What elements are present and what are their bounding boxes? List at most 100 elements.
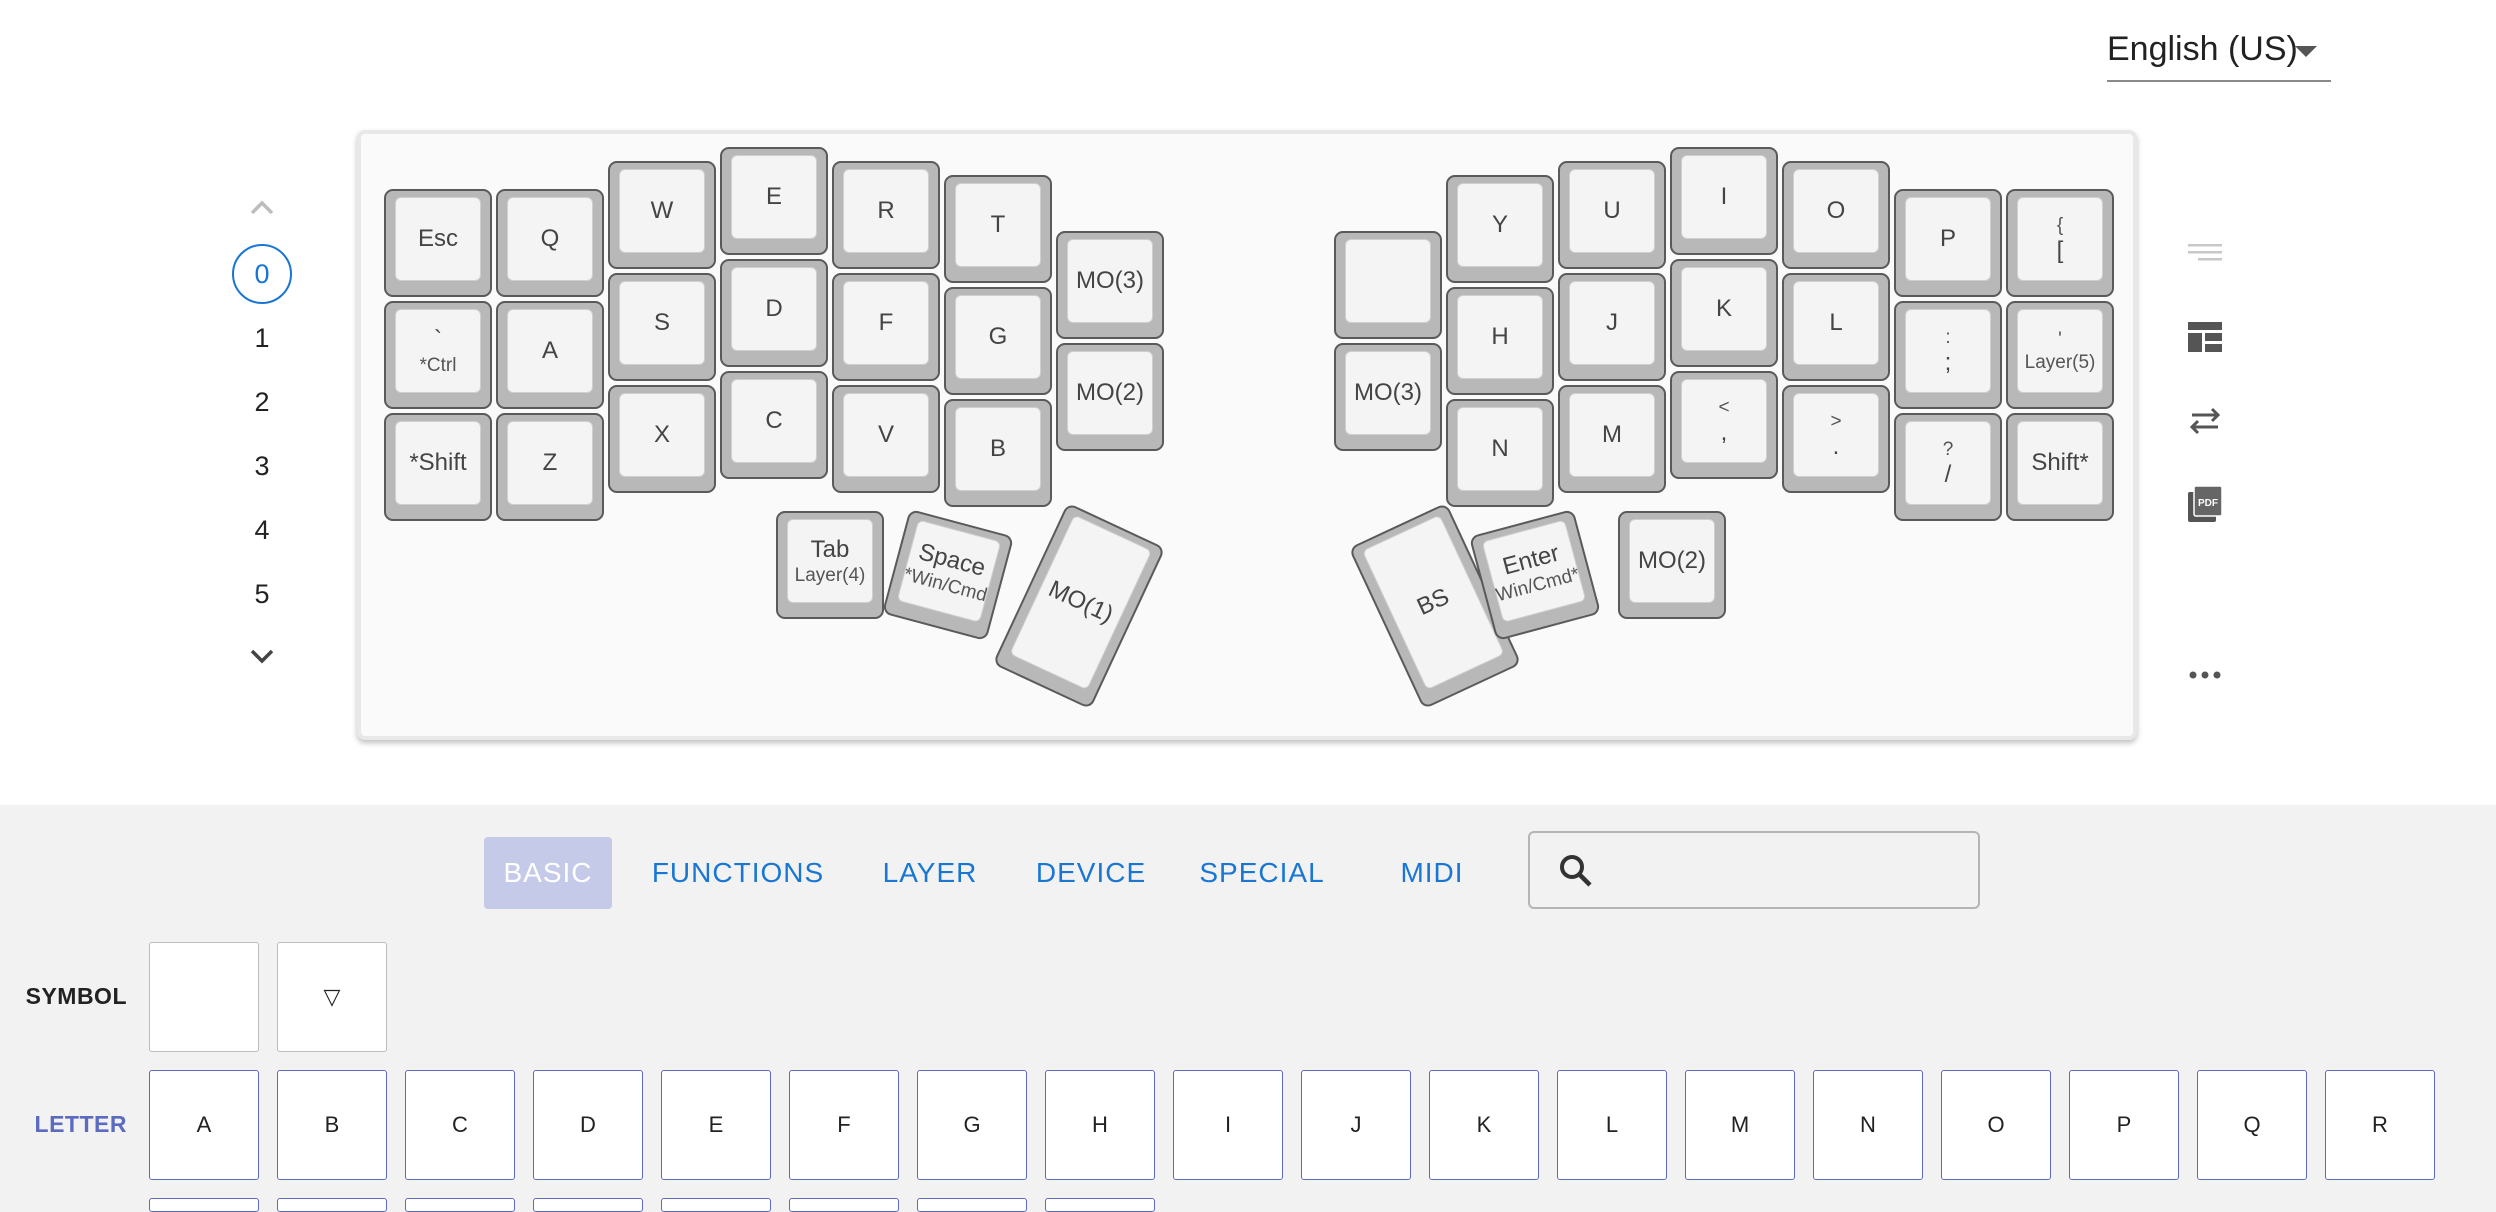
- key-bracket[interactable]: {[: [2006, 189, 2114, 297]
- key-z[interactable]: Z: [496, 413, 604, 521]
- letter-row-label: LETTER: [34, 1111, 127, 1137]
- lines-icon[interactable]: [2182, 230, 2228, 276]
- key-tab-layer4[interactable]: Tab Layer(4): [776, 511, 884, 619]
- symbol-key-blank[interactable]: [149, 942, 259, 1052]
- key-r[interactable]: R: [832, 161, 940, 269]
- key-esc[interactable]: Esc: [384, 189, 492, 297]
- key-grave[interactable]: ` *Ctrl: [384, 301, 492, 409]
- layer-4[interactable]: 4: [232, 500, 292, 560]
- letter-key-h[interactable]: H: [1045, 1070, 1155, 1180]
- key-m[interactable]: M: [1558, 385, 1666, 493]
- key-f[interactable]: F: [832, 273, 940, 381]
- letter-key-b[interactable]: B: [277, 1070, 387, 1180]
- letter-key-l[interactable]: L: [1557, 1070, 1667, 1180]
- key-mo3-right[interactable]: MO(3): [1334, 343, 1442, 451]
- language-select[interactable]: English (US): [2107, 30, 2331, 82]
- key-mo2-left[interactable]: MO(2): [1056, 343, 1164, 451]
- key-a[interactable]: A: [496, 301, 604, 409]
- letter-key-c[interactable]: C: [405, 1070, 515, 1180]
- key-l[interactable]: L: [1782, 273, 1890, 381]
- key-u[interactable]: U: [1558, 161, 1666, 269]
- key-blank[interactable]: [1334, 231, 1442, 339]
- letter-key-partial[interactable]: [661, 1198, 771, 1212]
- key-h[interactable]: H: [1446, 287, 1554, 395]
- key-v[interactable]: V: [832, 385, 940, 493]
- more-icon[interactable]: [2182, 652, 2228, 698]
- letter-key-partial[interactable]: [405, 1198, 515, 1212]
- letter-key-a[interactable]: A: [149, 1070, 259, 1180]
- letter-key-k[interactable]: K: [1429, 1070, 1539, 1180]
- key-c[interactable]: C: [720, 371, 828, 479]
- key-s[interactable]: S: [608, 273, 716, 381]
- layer-1[interactable]: 1: [232, 308, 292, 368]
- key-comma[interactable]: <,: [1670, 371, 1778, 479]
- key-mo1[interactable]: MO(1): [992, 502, 1166, 710]
- tab-basic[interactable]: BASIC: [484, 837, 612, 909]
- tab-layer[interactable]: LAYER: [872, 837, 988, 909]
- tab-functions[interactable]: FUNCTIONS: [648, 837, 828, 909]
- key-y[interactable]: Y: [1446, 175, 1554, 283]
- search-input[interactable]: [1610, 843, 1964, 899]
- tab-device[interactable]: DEVICE: [1030, 837, 1152, 909]
- layer-2[interactable]: 2: [232, 372, 292, 432]
- chevron-up-icon[interactable]: [244, 190, 280, 226]
- chevron-down-icon[interactable]: [244, 638, 280, 674]
- key-p[interactable]: P: [1894, 189, 2002, 297]
- key-right-shift[interactable]: Shift*: [2006, 413, 2114, 521]
- letter-key-r[interactable]: R: [2325, 1070, 2435, 1180]
- letter-key-d[interactable]: D: [533, 1070, 643, 1180]
- key-q[interactable]: Q: [496, 189, 604, 297]
- svg-text:PDF: PDF: [2198, 498, 2218, 509]
- key-period[interactable]: >.: [1782, 385, 1890, 493]
- key-w[interactable]: W: [608, 161, 716, 269]
- key-left-shift[interactable]: *Shift: [384, 413, 492, 521]
- key-d[interactable]: D: [720, 259, 828, 367]
- letter-key-g[interactable]: G: [917, 1070, 1027, 1180]
- tab-special[interactable]: SPECIAL: [1196, 837, 1328, 909]
- letter-key-n[interactable]: N: [1813, 1070, 1923, 1180]
- letter-key-p[interactable]: P: [2069, 1070, 2179, 1180]
- letter-key-i[interactable]: I: [1173, 1070, 1283, 1180]
- key-e[interactable]: E: [720, 147, 828, 255]
- key-mo2-right[interactable]: MO(2): [1618, 511, 1726, 619]
- layer-0[interactable]: 0: [232, 244, 292, 304]
- letter-key-j[interactable]: J: [1301, 1070, 1411, 1180]
- key-t[interactable]: T: [944, 175, 1052, 283]
- layer-3[interactable]: 3: [232, 436, 292, 496]
- letter-key-partial[interactable]: [789, 1198, 899, 1212]
- key-x[interactable]: X: [608, 385, 716, 493]
- layout-icon[interactable]: [2182, 314, 2228, 360]
- key-i[interactable]: I: [1670, 147, 1778, 255]
- letter-key-partial[interactable]: [1045, 1198, 1155, 1212]
- letter-key-partial[interactable]: [149, 1198, 259, 1212]
- keymap-tools: PDF: [2182, 230, 2228, 700]
- language-select-value: English (US): [2107, 30, 2298, 68]
- letter-key-f[interactable]: F: [789, 1070, 899, 1180]
- symbol-row-label: SYMBOL: [25, 983, 127, 1009]
- tab-midi[interactable]: MIDI: [1390, 837, 1474, 909]
- key-slash[interactable]: ? /: [1894, 413, 2002, 521]
- key-semicolon[interactable]: :;: [1894, 301, 2002, 409]
- letter-key-e[interactable]: E: [661, 1070, 771, 1180]
- key-o[interactable]: O: [1782, 161, 1890, 269]
- letter-key-partial[interactable]: [533, 1198, 643, 1212]
- key-j[interactable]: J: [1558, 273, 1666, 381]
- key-quote-layer5[interactable]: ' Layer(5): [2006, 301, 2114, 409]
- key-k[interactable]: K: [1670, 259, 1778, 367]
- key-g[interactable]: G: [944, 287, 1052, 395]
- letter-key-o[interactable]: O: [1941, 1070, 2051, 1180]
- letter-key-partial[interactable]: [277, 1198, 387, 1212]
- letter-key-partial[interactable]: [917, 1198, 1027, 1212]
- symbol-key-transparent[interactable]: ▽: [277, 942, 387, 1052]
- key-mo3-left[interactable]: MO(3): [1056, 231, 1164, 339]
- layer-5[interactable]: 5: [232, 564, 292, 624]
- letter-key-m[interactable]: M: [1685, 1070, 1795, 1180]
- letter-key-q[interactable]: Q: [2197, 1070, 2307, 1180]
- key-b[interactable]: B: [944, 399, 1052, 507]
- pdf-icon[interactable]: PDF: [2182, 482, 2228, 528]
- key-space[interactable]: Space *Win/Cmd: [881, 508, 1015, 642]
- keycode-search[interactable]: [1528, 831, 1980, 909]
- key-n[interactable]: N: [1446, 399, 1554, 507]
- layer-selector: 0 1 2 3 4 5: [230, 190, 294, 680]
- swap-arrows-icon[interactable]: [2182, 398, 2228, 444]
